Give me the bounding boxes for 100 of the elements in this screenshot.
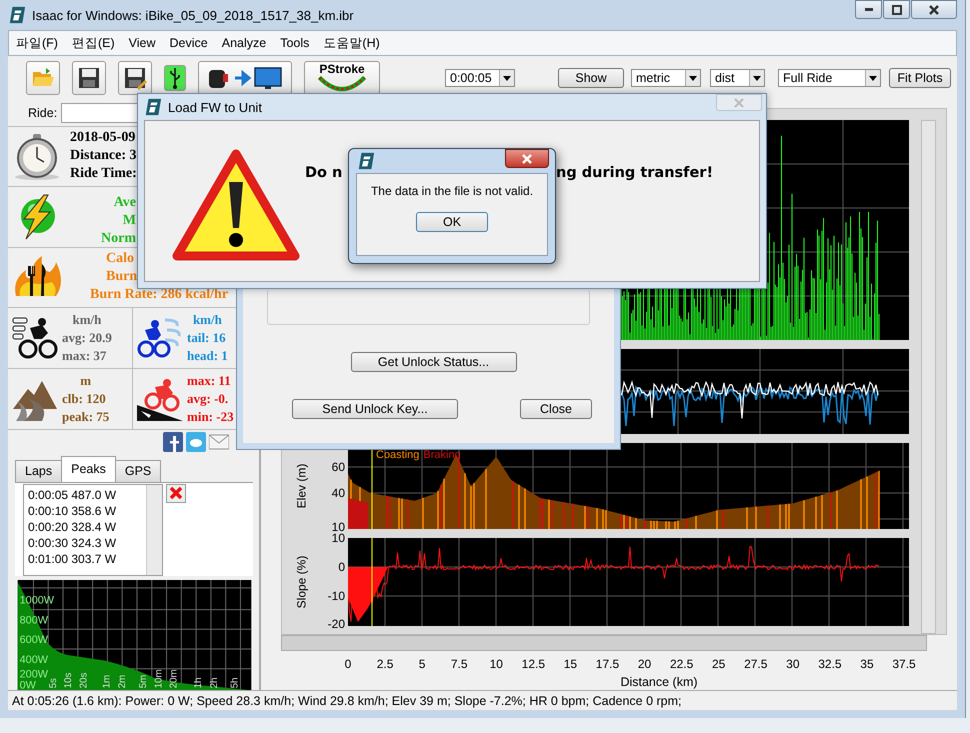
pstroke-button[interactable]: PStroke bbox=[304, 61, 380, 95]
send-unlock-key-button[interactable]: Send Unlock Key... bbox=[292, 399, 458, 419]
stat-text: km/h bbox=[192, 310, 222, 329]
tick-label: 30 bbox=[786, 657, 800, 671]
calories-stat: Burn Rate: 286 kcal/hr bbox=[90, 286, 228, 304]
caret-icon bbox=[865, 70, 880, 86]
stat-text: clb: 120 bbox=[62, 390, 107, 408]
tick-label: 22.5 bbox=[670, 657, 694, 671]
menu-item[interactable]: 파일(F) bbox=[9, 34, 65, 52]
power-stat: M bbox=[122, 212, 136, 230]
stat-text: max: 37 bbox=[62, 346, 108, 365]
peak-row[interactable]: 0:00:05 487.0 W bbox=[28, 486, 142, 503]
close-button[interactable]: Close bbox=[520, 399, 592, 419]
caret-icon bbox=[685, 70, 700, 86]
summary-text: Ride Time: bbox=[70, 165, 137, 184]
caret-icon bbox=[499, 70, 514, 86]
menu-item[interactable]: Device bbox=[162, 36, 215, 50]
range-dropdown[interactable]: Full Ride bbox=[778, 69, 881, 87]
stat-text: avg: 20.9 bbox=[62, 328, 112, 347]
stat-text: avg: -0. bbox=[187, 390, 230, 408]
tab[interactable]: Laps bbox=[15, 460, 62, 482]
dialog-title: Load FW to Unit bbox=[168, 100, 262, 114]
stat-text: head: 1 bbox=[187, 346, 228, 365]
tab[interactable]: GPS bbox=[114, 460, 162, 482]
stat-text: m bbox=[80, 372, 92, 390]
tick-label: 60 bbox=[332, 460, 345, 474]
stopwatch-icon bbox=[12, 131, 62, 182]
stat-text: max: 11 bbox=[187, 372, 232, 390]
scrollbar[interactable] bbox=[146, 484, 162, 575]
units-dropdown[interactable]: metric bbox=[631, 69, 701, 87]
ride-label: Ride: bbox=[28, 106, 58, 120]
app-logo-icon bbox=[8, 6, 26, 24]
tick-label: 2.5 bbox=[376, 657, 394, 671]
tick-label: 15 bbox=[564, 657, 578, 671]
maximize-button[interactable] bbox=[883, 0, 910, 19]
scrollbar[interactable] bbox=[281, 635, 927, 651]
show-button[interactable]: Show bbox=[558, 68, 624, 88]
open-folder-button[interactable] bbox=[26, 61, 60, 95]
tick-label: -20 bbox=[328, 617, 345, 631]
menu-item[interactable]: 도움말(H) bbox=[316, 34, 387, 52]
tick-label: 27.5 bbox=[744, 657, 768, 671]
calories-stat: Burn bbox=[106, 268, 138, 286]
status-bar: At 0:05:26 (1.6 km): Power: 0 W; Speed 28.3 km/h; Wind 29.8 km/h; Elev 39 m; Slope -7.2%; HR 0 bpm; Cadence 0 rpm; bbox=[8, 690, 957, 710]
cyclist-wind-icon bbox=[137, 316, 183, 360]
floppy-pencil-icon bbox=[123, 66, 147, 90]
legend-label: Braking bbox=[423, 449, 461, 461]
calories-stat: Calo bbox=[106, 250, 135, 268]
tick-label: 10 bbox=[332, 520, 345, 534]
peak-row[interactable]: 0:00:10 358.6 W bbox=[28, 502, 142, 519]
get-unlock-status-button[interactable]: Get Unlock Status... bbox=[350, 352, 516, 372]
tick-label: 12.5 bbox=[522, 657, 546, 671]
legend-label: Coasting bbox=[376, 449, 420, 461]
peak-row[interactable]: 0:00:20 328.4 W bbox=[28, 518, 142, 535]
save-button[interactable] bbox=[72, 61, 106, 95]
power-stat: Ave bbox=[114, 194, 136, 212]
app-logo-icon bbox=[144, 98, 162, 116]
minimize-icon bbox=[864, 8, 872, 11]
menu-item[interactable]: View bbox=[122, 36, 163, 50]
close-button[interactable] bbox=[911, 0, 957, 19]
ok-button[interactable]: OK bbox=[416, 212, 488, 232]
axis-label: Elev (m) bbox=[294, 464, 308, 508]
cyclist-icon bbox=[12, 316, 58, 360]
axis-label: Slope (%) bbox=[294, 556, 308, 608]
dialog-message: Do n bbox=[305, 165, 342, 181]
save-as-button[interactable] bbox=[118, 61, 152, 95]
tick-label: 20 bbox=[638, 657, 652, 671]
summary-text: 2018-05-09 bbox=[70, 129, 136, 148]
usb-button[interactable] bbox=[164, 65, 186, 91]
stat-text: km/h bbox=[72, 310, 102, 329]
peak-row[interactable]: 0:01:00 303.7 W bbox=[28, 550, 142, 567]
message-text: The data in the file is not valid. bbox=[370, 184, 534, 198]
axis-dropdown[interactable]: dist bbox=[710, 69, 765, 87]
menu-item[interactable]: Analyze bbox=[214, 36, 274, 50]
peak-row[interactable]: 0:00:30 324.3 W bbox=[28, 534, 142, 551]
tick-label: 5 bbox=[418, 657, 426, 671]
tick-label: 17.5 bbox=[596, 657, 620, 671]
close-icon bbox=[734, 98, 744, 108]
fit-plots-button[interactable]: Fit Plots bbox=[889, 68, 951, 88]
tick-label: 7.5 bbox=[450, 657, 468, 671]
tick-label: 0 bbox=[338, 560, 345, 574]
device-to-monitor-button[interactable] bbox=[198, 61, 292, 95]
minimize-button[interactable] bbox=[855, 0, 882, 19]
usb-icon bbox=[169, 66, 181, 90]
menu-item[interactable]: Tools bbox=[273, 36, 316, 50]
stat-text: peak: 75 bbox=[62, 408, 110, 426]
mail-icon[interactable] bbox=[209, 432, 229, 452]
close-icon bbox=[522, 154, 532, 164]
tick-label: -10 bbox=[328, 589, 345, 603]
stat-text: min: -23 bbox=[187, 408, 234, 426]
tick-label: 32.5 bbox=[818, 657, 842, 671]
stat-text: tail: 16 bbox=[187, 328, 227, 347]
menu-item[interactable]: 편집(E) bbox=[64, 34, 122, 52]
interval-dropdown[interactable]: 0:00:05 bbox=[445, 69, 515, 87]
tab[interactable]: Peaks bbox=[61, 456, 116, 482]
close-icon bbox=[929, 4, 939, 14]
tick-label: 40 bbox=[332, 486, 345, 500]
tick-label: 37.5 bbox=[892, 657, 916, 671]
close-button[interactable] bbox=[505, 149, 549, 168]
delete-button[interactable] bbox=[166, 484, 186, 503]
scrollbar[interactable] bbox=[921, 120, 936, 634]
